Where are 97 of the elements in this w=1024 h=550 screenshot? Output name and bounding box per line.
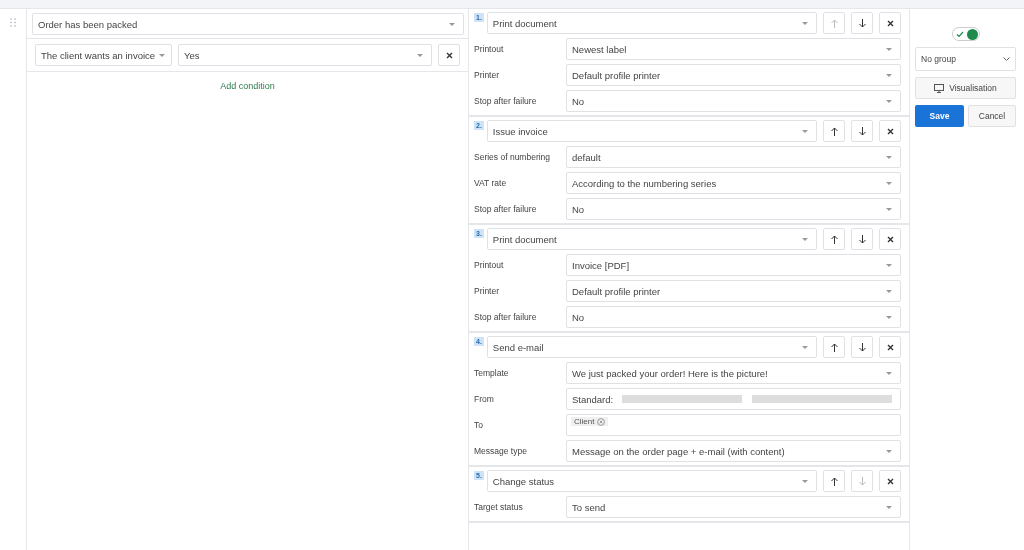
option-select[interactable]: No <box>566 90 901 112</box>
caret-icon <box>886 449 892 453</box>
remove-icon <box>885 18 895 28</box>
remove-icon <box>885 126 895 136</box>
caret-icon <box>886 207 892 211</box>
caret-icon <box>886 181 892 185</box>
field-label: Template <box>474 368 510 378</box>
move-up-button[interactable] <box>823 336 845 358</box>
caret-icon <box>886 505 892 509</box>
remove-button[interactable] <box>879 228 901 250</box>
move-down-icon <box>857 18 867 28</box>
caret-icon <box>449 22 455 26</box>
trigger-select[interactable]: Order has been packed <box>32 13 464 35</box>
caret-icon <box>802 345 808 349</box>
caret-icon <box>886 155 892 159</box>
condition-field-select[interactable]: The client wants an invoice <box>35 44 172 66</box>
monitor-icon <box>934 83 945 93</box>
option-select[interactable]: Newest label <box>566 38 901 60</box>
recipient-tag: Client <box>571 417 609 426</box>
move-up-icon <box>829 126 839 136</box>
move-down-icon <box>857 342 867 352</box>
remove-icon <box>885 234 895 244</box>
condition-value-select[interactable]: Yes <box>178 44 432 66</box>
caret-icon <box>886 371 892 375</box>
option-select[interactable]: Default profile printer <box>566 280 901 302</box>
remove-button[interactable] <box>438 44 460 66</box>
field-label: Printer <box>474 286 501 296</box>
caret-icon <box>417 53 423 57</box>
action-type-select[interactable]: Print document <box>486 12 817 34</box>
option-select[interactable]: default <box>566 146 901 168</box>
remove-icon <box>597 417 606 426</box>
field-label: VAT rate <box>474 178 508 188</box>
caret-icon <box>886 315 892 319</box>
field-label: Message type <box>474 446 528 456</box>
field-label: Printout <box>474 44 505 54</box>
caret-icon <box>886 99 892 103</box>
check-icon <box>955 30 964 38</box>
caret-icon <box>886 289 892 293</box>
caret-icon <box>886 47 892 51</box>
option-select[interactable]: No <box>566 306 901 328</box>
field-label: Stop after failure <box>474 204 538 214</box>
move-up-icon <box>829 476 839 486</box>
caret-icon <box>802 129 808 133</box>
action-type-select[interactable]: Change status <box>486 470 817 492</box>
action-type-select[interactable]: Issue invoice <box>486 120 817 142</box>
visualisation-button[interactable]: Visualisation <box>915 77 1016 99</box>
remove-icon <box>885 476 895 486</box>
caret-icon <box>802 21 808 25</box>
move-up-button[interactable] <box>823 470 845 492</box>
caret-icon <box>802 479 808 483</box>
option-select[interactable]: No <box>566 198 901 220</box>
caret-icon <box>802 237 808 241</box>
move-down-icon <box>857 476 867 486</box>
move-up-icon <box>829 234 839 244</box>
move-up-button[interactable] <box>823 228 845 250</box>
action-type-select[interactable]: Send e-mail <box>486 336 817 358</box>
remove-button[interactable] <box>879 470 901 492</box>
field-label: From <box>474 394 495 404</box>
field-label: Target status <box>474 502 524 512</box>
field-label: Printout <box>474 260 505 270</box>
field-label: Printer <box>474 70 501 80</box>
option-select[interactable]: Message on the order page + e-mail (with content) <box>566 440 901 462</box>
caret-icon <box>159 53 166 57</box>
move-down-button[interactable] <box>851 120 873 142</box>
remove-button[interactable] <box>879 120 901 142</box>
action-type-select[interactable]: Print document <box>486 228 817 250</box>
move-up-button[interactable] <box>823 120 845 142</box>
option-select[interactable]: We just packed your order! Here is the picture! <box>566 362 901 384</box>
move-down-icon <box>857 234 867 244</box>
chevron-down-icon <box>1003 57 1010 61</box>
option-select[interactable]: Invoice [PDF] <box>566 254 901 276</box>
drag-handle-icon[interactable] <box>10 18 16 27</box>
remove-icon <box>444 50 454 60</box>
move-up-icon <box>829 342 839 352</box>
move-down-icon <box>857 126 867 136</box>
recipients-field[interactable]: Client <box>566 414 901 436</box>
move-down-button[interactable] <box>851 336 873 358</box>
option-select[interactable]: According to the numbering series <box>566 172 901 194</box>
move-down-button[interactable] <box>851 12 873 34</box>
caret-icon <box>886 263 892 267</box>
group-select[interactable]: No group <box>915 47 1016 71</box>
field-label: To <box>474 420 484 430</box>
move-down-button[interactable] <box>851 228 873 250</box>
option-select[interactable]: To send <box>566 496 901 518</box>
save-button[interactable]: Save <box>915 105 964 127</box>
remove-button[interactable] <box>879 12 901 34</box>
field-label: Stop after failure <box>474 96 538 106</box>
field-label: Series of numbering <box>474 152 552 162</box>
move-up-icon <box>829 18 839 28</box>
input-field[interactable]: Standard: <box>566 388 901 410</box>
caret-icon <box>886 73 892 77</box>
cancel-button[interactable]: Cancel <box>968 105 1016 127</box>
field-label: Stop after failure <box>474 312 538 322</box>
add-condition-link[interactable]: Add condition <box>220 81 275 91</box>
remove-icon <box>885 342 895 352</box>
remove-button[interactable] <box>879 336 901 358</box>
option-select[interactable]: Default profile printer <box>566 64 901 86</box>
